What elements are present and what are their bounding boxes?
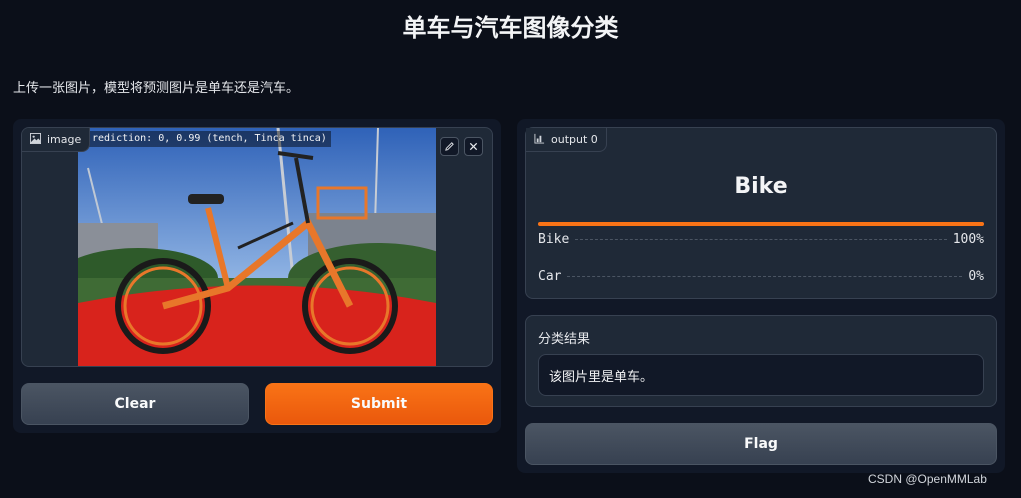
output-panel: output 0 Bike Bike 100% Car 0% 分类结果 该图片里…	[517, 119, 1005, 473]
watermark: CSDN @OpenMMLab	[868, 472, 987, 486]
bar-chart-icon	[534, 133, 545, 147]
confidence-label: Bike	[538, 232, 570, 247]
image-upload[interactable]: image rediction: 0, 0.99 (tench, Tinca t…	[21, 127, 493, 367]
clear-button[interactable]: Clear	[21, 383, 249, 425]
output-label-text: output 0	[551, 133, 598, 146]
image-label: image	[22, 128, 91, 152]
result-textbox: 分类结果 该图片里是单车。	[525, 315, 997, 407]
page-description: 上传一张图片，模型将预测图片是单车还是汽车。	[13, 81, 300, 96]
image-label-text: image	[47, 133, 82, 146]
output-label: output 0	[526, 128, 607, 152]
input-panel: image rediction: 0, 0.99 (tench, Tinca t…	[13, 119, 501, 433]
bicycle-photo	[78, 128, 436, 366]
submit-button[interactable]: Submit	[265, 383, 493, 425]
page-title: 单车与汽车图像分类	[402, 14, 619, 42]
confidence-value: 100%	[952, 232, 984, 247]
confidence-bar-fill	[538, 222, 984, 226]
pencil-icon	[444, 137, 455, 156]
confidence-row: Car 0%	[538, 269, 984, 284]
flag-button[interactable]: Flag	[525, 423, 997, 465]
close-icon	[468, 137, 479, 156]
remove-image-button[interactable]	[464, 137, 483, 156]
result-text[interactable]: 该图片里是单车。	[538, 354, 984, 396]
predicted-class: Bike	[734, 174, 788, 199]
confidence-value: 0%	[968, 269, 984, 284]
image-icon	[30, 132, 41, 147]
edit-button[interactable]	[440, 137, 459, 156]
prediction-overlay: rediction: 0, 0.99 (tench, Tinca tinca)	[88, 131, 331, 147]
result-label: 分类结果	[538, 332, 591, 347]
confidence-row: Bike 100%	[538, 232, 984, 247]
label-output: output 0 Bike Bike 100% Car 0%	[525, 127, 997, 299]
confidence-label: Car	[538, 269, 562, 284]
